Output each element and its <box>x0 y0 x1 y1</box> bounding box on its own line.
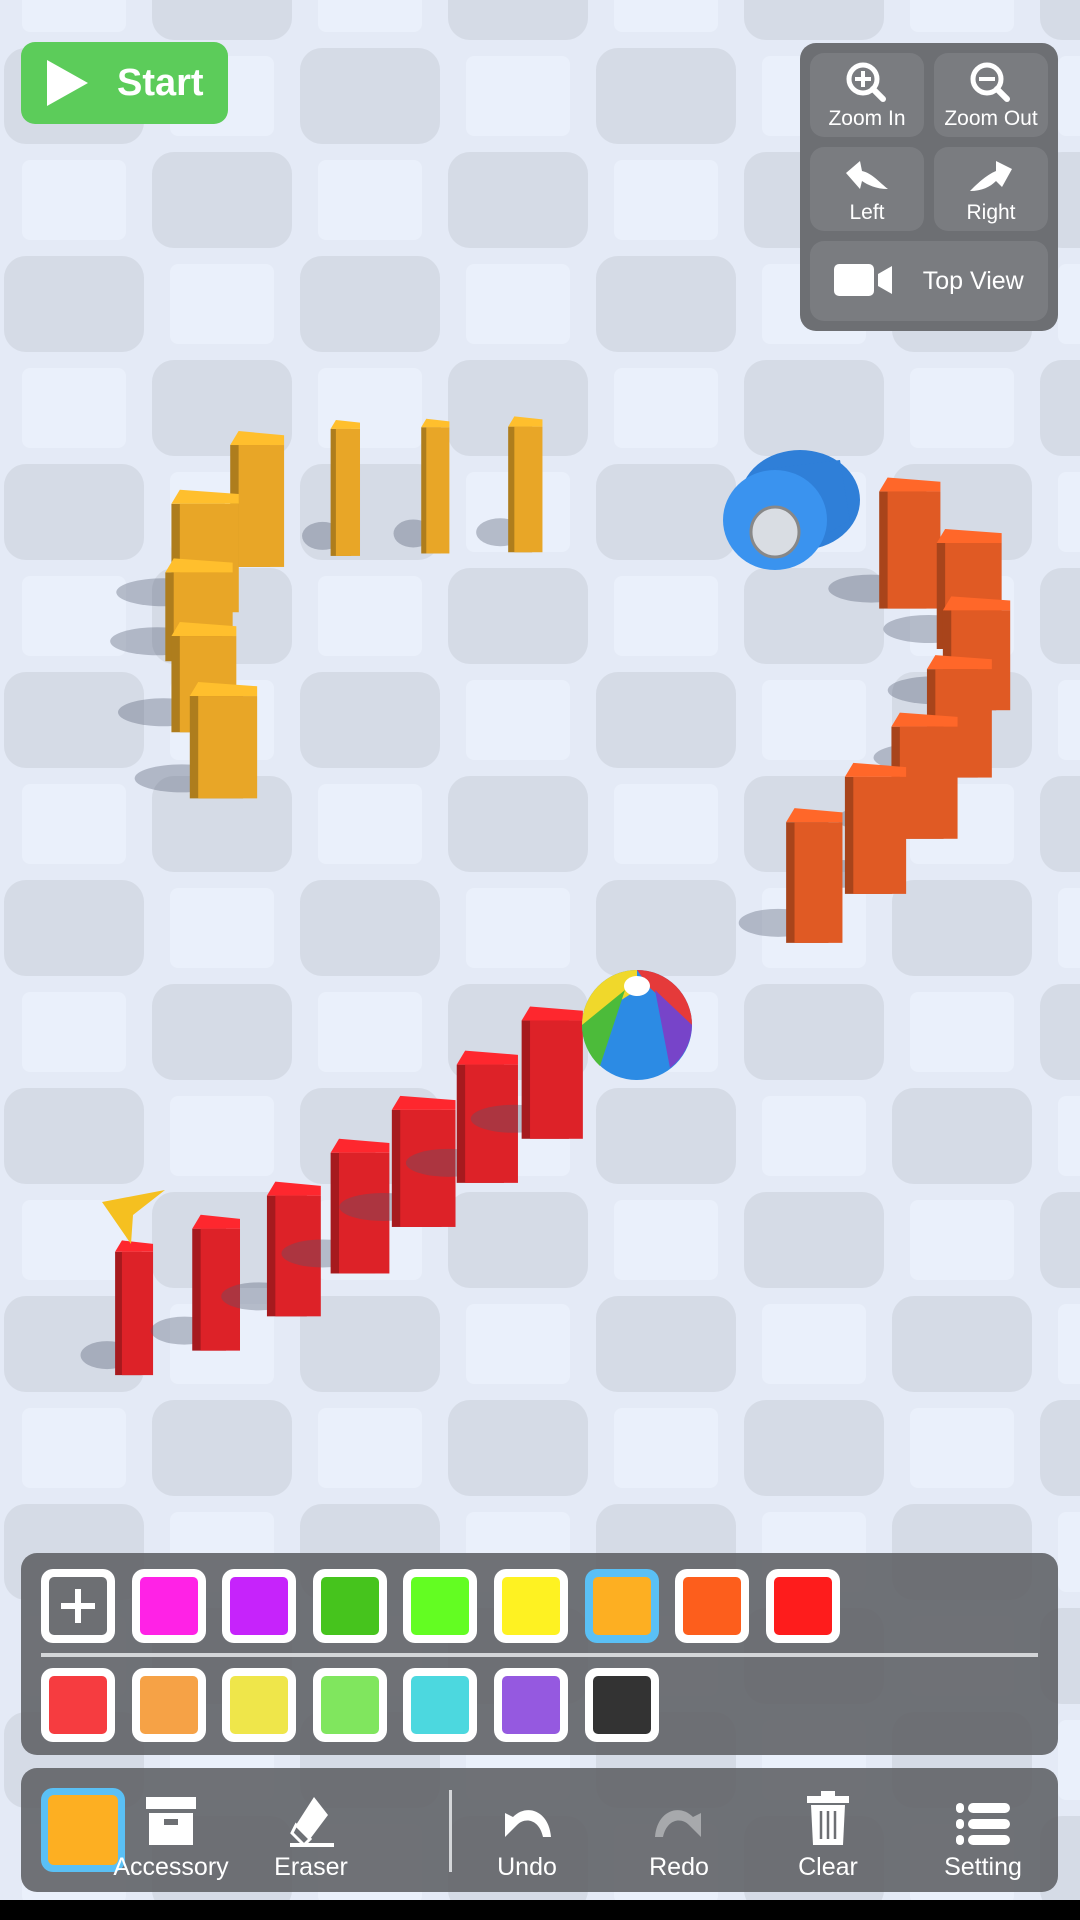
color-swatch[interactable] <box>222 1668 297 1742</box>
beach-ball[interactable] <box>581 970 692 1080</box>
zoom-in-label: Zoom In <box>828 107 906 130</box>
color-swatch[interactable] <box>41 1668 115 1742</box>
color-swatch[interactable] <box>312 1569 387 1643</box>
rotate-left-arrow-icon <box>846 161 888 189</box>
color-swatch[interactable] <box>403 1569 478 1643</box>
color-swatch[interactable] <box>312 1668 387 1742</box>
redo-label: Redo <box>649 1853 709 1881</box>
redo-icon <box>655 1810 701 1837</box>
bottom-toolbar: Accessory Eraser Undo Redo Clear Setting <box>21 1768 1058 1892</box>
start-label: Start <box>117 61 204 104</box>
eraser-icon <box>290 1797 334 1847</box>
color-swatch[interactable] <box>131 1569 206 1643</box>
rotate-left-button[interactable]: Left <box>810 147 924 231</box>
color-swatch[interactable] <box>584 1668 659 1742</box>
toolbar-divider <box>449 1790 452 1872</box>
rotate-right-button[interactable]: Right <box>934 147 1048 231</box>
color-swatch[interactable] <box>584 1569 659 1643</box>
top-view-button[interactable]: Top View <box>810 241 1048 321</box>
color-swatch[interactable] <box>403 1668 478 1742</box>
color-swatch[interactable] <box>131 1668 206 1742</box>
color-swatch[interactable] <box>675 1569 750 1643</box>
video-camera-icon <box>834 264 893 296</box>
play-icon <box>47 60 88 106</box>
zoom-in-icon <box>846 62 886 102</box>
clear-label: Clear <box>798 1853 858 1881</box>
color-swatch[interactable] <box>765 1569 840 1643</box>
camera-controls-panel: Zoom In Zoom Out Left Right Top View <box>800 43 1058 331</box>
trash-icon <box>807 1791 849 1845</box>
top-view-label: Top View <box>922 266 1024 295</box>
color-swatch[interactable] <box>222 1569 297 1643</box>
plus-icon <box>49 1577 107 1635</box>
zoom-out-icon <box>970 62 1010 102</box>
palette-divider <box>41 1653 1038 1657</box>
box-icon <box>146 1797 196 1845</box>
add-color-button[interactable] <box>41 1569 115 1643</box>
rotate-left-label: Left <box>849 201 885 224</box>
color-swatch[interactable] <box>494 1668 568 1742</box>
setting-label: Setting <box>944 1853 1022 1881</box>
undo-label: Undo <box>497 1853 557 1881</box>
setting-button[interactable]: Setting <box>928 1786 1038 1882</box>
current-color-swatch <box>48 1795 118 1865</box>
start-button[interactable]: Start <box>21 42 228 124</box>
eraser-label: Eraser <box>274 1853 348 1881</box>
accessory-label: Accessory <box>113 1853 229 1881</box>
system-nav-bar <box>0 1900 1080 1920</box>
rotate-right-arrow-icon <box>970 161 1012 191</box>
rotate-right-label: Right <box>966 201 1016 224</box>
zoom-out-button[interactable]: Zoom Out <box>934 53 1048 137</box>
zoom-in-button[interactable]: Zoom In <box>810 53 924 137</box>
color-palette <box>21 1553 1058 1755</box>
zoom-out-label: Zoom Out <box>944 107 1038 130</box>
redo-button[interactable]: Redo <box>629 1786 729 1882</box>
undo-icon <box>505 1810 551 1837</box>
clear-button[interactable]: Clear <box>778 1786 878 1882</box>
eraser-button[interactable]: Eraser <box>261 1786 361 1882</box>
accessory-button[interactable]: Accessory <box>111 1786 231 1882</box>
list-menu-icon <box>956 1803 1010 1845</box>
undo-button[interactable]: Undo <box>477 1786 577 1882</box>
color-swatch[interactable] <box>494 1569 568 1643</box>
